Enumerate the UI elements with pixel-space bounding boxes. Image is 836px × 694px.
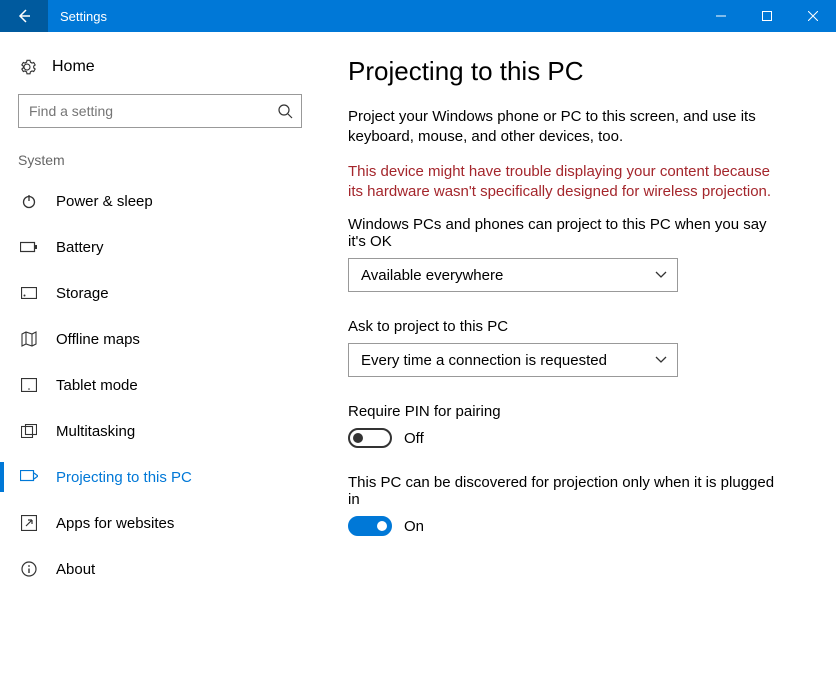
search-input[interactable] bbox=[29, 103, 277, 119]
ask-select[interactable]: Every time a connection is requested bbox=[348, 343, 678, 377]
sidebar-item-label: About bbox=[56, 561, 95, 578]
close-button[interactable] bbox=[790, 0, 836, 32]
sidebar-item-tablet-mode[interactable]: Tablet mode bbox=[18, 362, 302, 408]
sidebar-item-multitasking[interactable]: Multitasking bbox=[18, 408, 302, 454]
pin-label: Require PIN for pairing bbox=[348, 403, 788, 420]
minimize-button[interactable] bbox=[698, 0, 744, 32]
search-box[interactable] bbox=[18, 94, 302, 128]
permission-value: Available everywhere bbox=[361, 267, 503, 284]
minimize-icon bbox=[716, 11, 726, 21]
sidebar-item-about[interactable]: About bbox=[18, 546, 302, 592]
sidebar-item-storage[interactable]: Storage bbox=[18, 270, 302, 316]
power-icon bbox=[20, 193, 38, 209]
maximize-icon bbox=[762, 11, 772, 21]
apps-icon bbox=[20, 515, 38, 531]
intro-text: Project your Windows phone or PC to this… bbox=[348, 107, 788, 148]
battery-icon bbox=[20, 241, 38, 253]
permission-label: Windows PCs and phones can project to th… bbox=[348, 216, 788, 250]
sidebar-item-label: Storage bbox=[56, 285, 109, 302]
sidebar-item-label: Multitasking bbox=[56, 423, 135, 440]
multitasking-icon bbox=[20, 424, 38, 438]
discover-label: This PC can be discovered for projection… bbox=[348, 474, 788, 508]
window-title: Settings bbox=[48, 9, 698, 24]
sidebar-home-label: Home bbox=[52, 58, 95, 76]
sidebar-item-power-sleep[interactable]: Power & sleep bbox=[18, 178, 302, 224]
chevron-down-icon bbox=[655, 271, 667, 279]
sidebar-home[interactable]: Home bbox=[18, 52, 302, 94]
sidebar: Home System Power & sleep Battery Storag… bbox=[0, 32, 320, 694]
info-icon bbox=[20, 561, 38, 577]
page-title: Projecting to this PC bbox=[348, 56, 812, 87]
close-icon bbox=[808, 11, 818, 21]
sidebar-item-label: Battery bbox=[56, 239, 104, 256]
sidebar-item-projecting[interactable]: Projecting to this PC bbox=[18, 454, 302, 500]
sidebar-section-label: System bbox=[18, 152, 302, 168]
ask-value: Every time a connection is requested bbox=[361, 352, 607, 369]
sidebar-item-label: Tablet mode bbox=[56, 377, 138, 394]
ask-label: Ask to project to this PC bbox=[348, 318, 788, 335]
arrow-left-icon bbox=[16, 8, 32, 24]
gear-icon bbox=[18, 58, 36, 76]
sidebar-item-apps-websites[interactable]: Apps for websites bbox=[18, 500, 302, 546]
discover-state: On bbox=[404, 518, 424, 535]
map-icon bbox=[20, 331, 38, 347]
main-panel: Projecting to this PC Project your Windo… bbox=[320, 32, 836, 694]
tablet-icon bbox=[20, 378, 38, 392]
pin-toggle[interactable] bbox=[348, 428, 392, 448]
sidebar-item-battery[interactable]: Battery bbox=[18, 224, 302, 270]
discover-toggle[interactable] bbox=[348, 516, 392, 536]
titlebar: Settings bbox=[0, 0, 836, 32]
sidebar-item-label: Apps for websites bbox=[56, 515, 174, 532]
projecting-icon bbox=[20, 470, 38, 484]
sidebar-item-label: Power & sleep bbox=[56, 193, 153, 210]
chevron-down-icon bbox=[655, 356, 667, 364]
maximize-button[interactable] bbox=[744, 0, 790, 32]
sidebar-item-label: Projecting to this PC bbox=[56, 469, 192, 486]
permission-select[interactable]: Available everywhere bbox=[348, 258, 678, 292]
sidebar-item-offline-maps[interactable]: Offline maps bbox=[18, 316, 302, 362]
back-button[interactable] bbox=[0, 0, 48, 32]
warning-text: This device might have trouble displayin… bbox=[348, 162, 788, 203]
search-icon bbox=[277, 103, 293, 119]
pin-state: Off bbox=[404, 430, 424, 447]
storage-icon bbox=[20, 287, 38, 299]
sidebar-item-label: Offline maps bbox=[56, 331, 140, 348]
